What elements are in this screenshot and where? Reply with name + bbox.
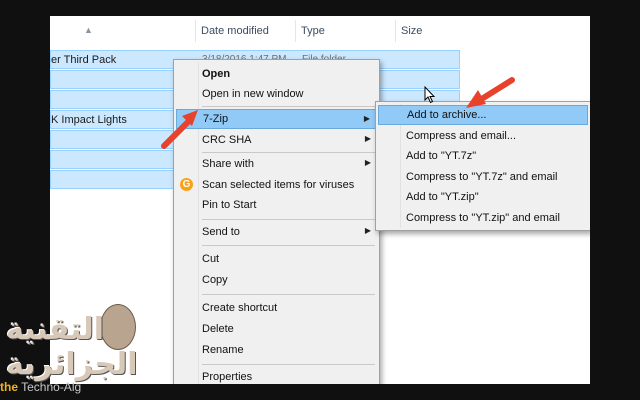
menu-item-label: Open	[202, 68, 231, 80]
column-header-bar: ▲ Date modified Type Size	[50, 16, 590, 46]
menu-separator	[202, 106, 375, 107]
column-divider[interactable]	[295, 20, 296, 42]
menu-separator	[202, 152, 375, 153]
menu-item-label: Cut	[202, 253, 220, 265]
menu-item-label: Scan selected items for viruses	[202, 179, 355, 191]
menu-item-label: Copy	[202, 274, 228, 286]
menu-item-send-to[interactable]: Send to ▶	[176, 222, 377, 242]
menu-item-open[interactable]: Open	[176, 64, 377, 84]
menu-separator	[202, 219, 375, 220]
file-name: K Impact Lights	[51, 114, 127, 126]
submenu-7zip: Add to archive... Compress and email... …	[375, 101, 590, 231]
submenu-arrow-icon: ▶	[364, 226, 371, 235]
menu-item-label: CRC SHA	[202, 134, 252, 146]
menu-item-label: Share with	[202, 158, 254, 170]
menu-separator	[202, 294, 375, 295]
annotation-arrow-icon	[466, 77, 515, 108]
menu-item-label: Add to "YT.zip"	[406, 191, 479, 203]
column-header-type[interactable]: Type	[301, 25, 325, 37]
menu-separator	[202, 245, 375, 246]
menu-item-cut[interactable]: Cut	[176, 249, 377, 269]
submenu-item-compress-email[interactable]: Compress and email...	[378, 126, 588, 146]
submenu-arrow-icon: ▶	[363, 114, 370, 123]
mouse-cursor-icon	[424, 86, 436, 104]
submenu-item-compress-7z-email[interactable]: Compress to "YT.7z" and email	[378, 167, 588, 187]
column-header-size[interactable]: Size	[401, 25, 422, 37]
menu-item-label: Compress to "YT.7z" and email	[406, 171, 558, 183]
watermark-english: the Techno-Alg	[0, 380, 81, 394]
column-divider[interactable]	[395, 20, 396, 42]
submenu-item-add-7z[interactable]: Add to "YT.7z"	[378, 146, 588, 166]
column-header-date[interactable]: Date modified	[201, 25, 269, 37]
watermark-arabic: التقنية الجزائرية	[6, 312, 138, 382]
submenu-item-compress-zip-email[interactable]: Compress to "YT.zip" and email	[378, 208, 588, 228]
menu-item-label: Pin to Start	[202, 199, 257, 211]
submenu-arrow-icon: ▶	[364, 158, 371, 167]
submenu-item-add-zip[interactable]: Add to "YT.zip"	[378, 187, 588, 207]
menu-item-crc-sha[interactable]: CRC SHA ▶	[176, 130, 377, 150]
menu-item-pin-to-start[interactable]: Pin to Start	[176, 195, 377, 215]
menu-item-label: Send to	[202, 226, 240, 238]
sort-up-icon[interactable]: ▲	[84, 25, 93, 35]
menu-item-7zip[interactable]: 7-Zip ▶	[176, 109, 377, 129]
menu-item-label: Compress and email...	[406, 130, 517, 142]
menu-item-open-new-window[interactable]: Open in new window	[176, 84, 377, 104]
column-divider[interactable]	[195, 20, 196, 42]
menu-item-copy[interactable]: Copy	[176, 270, 377, 290]
menu-item-label: Open in new window	[202, 88, 304, 100]
menu-item-label: Add to "YT.7z"	[406, 150, 477, 162]
menu-item-share-with[interactable]: Share with ▶	[176, 154, 377, 174]
menu-item-label: 7-Zip	[203, 113, 229, 125]
watermark-prefix: the	[0, 380, 18, 394]
scan-shield-icon: G	[180, 178, 193, 191]
menu-item-scan-viruses[interactable]: G Scan selected items for viruses	[176, 175, 377, 195]
file-name: er Third Pack	[51, 54, 117, 66]
menu-item-label: Compress to "YT.zip" and email	[406, 212, 560, 224]
watermark-logo: التقنية الجزائرية the Techno-Alg	[0, 300, 240, 400]
submenu-arrow-icon: ▶	[364, 134, 371, 143]
watermark-suffix: Techno-Alg	[18, 380, 82, 394]
annotation-arrow-icon	[161, 110, 198, 149]
